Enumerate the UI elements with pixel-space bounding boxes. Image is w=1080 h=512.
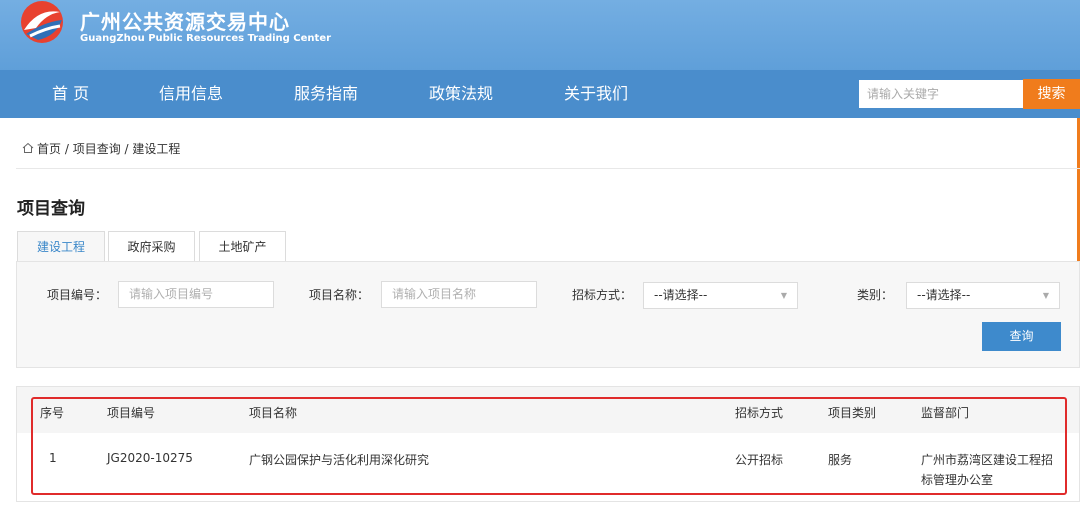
category-value: --请选择-- <box>917 288 971 302</box>
breadcrumb-separator: / <box>61 142 73 156</box>
project-no-input[interactable]: 请输入项目编号 <box>118 281 274 308</box>
bid-method-label: 招标方式： <box>572 288 633 302</box>
bid-method-value: --请选择-- <box>654 288 708 302</box>
nav-item-home[interactable]: 首 页 <box>52 70 89 118</box>
category-label: 类别： <box>857 288 894 302</box>
query-button[interactable]: 查询 <box>982 322 1061 351</box>
nav-item-credit[interactable]: 信用信息 <box>159 70 223 118</box>
chevron-down-icon: ▼ <box>1042 291 1049 300</box>
breadcrumb-home[interactable]: 首页 <box>37 142 61 156</box>
site-title[interactable]: 广州公共资源交易中心 <box>80 6 290 35</box>
breadcrumb: 首页 / 项目查询 / 建设工程 <box>22 140 180 157</box>
filter-panel <box>16 261 1080 368</box>
project-name-label: 项目名称： <box>309 288 370 302</box>
nav-item-guide[interactable]: 服务指南 <box>294 70 358 118</box>
tab-construction[interactable]: 建设工程 <box>17 231 105 262</box>
nav-item-about[interactable]: 关于我们 <box>564 70 628 118</box>
chevron-down-icon: ▼ <box>780 291 787 300</box>
site-subtitle: GuangZhou Public Resources Trading Cente… <box>80 33 332 44</box>
breadcrumb-separator: / <box>120 142 133 156</box>
search-input[interactable]: 请输入关键字 <box>859 80 1023 108</box>
project-name-input[interactable]: 请输入项目名称 <box>381 281 537 308</box>
site-logo[interactable] <box>16 0 68 48</box>
home-icon <box>22 142 34 153</box>
category-select[interactable]: --请选择-- ▼ <box>906 282 1060 309</box>
divider <box>16 168 1080 169</box>
tab-land-mining[interactable]: 土地矿产 <box>199 231 286 262</box>
page-title: 项目查询 <box>17 199 85 219</box>
site-header: 广州公共资源交易中心 GuangZhou Public Resources Tr… <box>0 0 1080 70</box>
highlight-annotation <box>31 397 1067 495</box>
breadcrumb-current: 建设工程 <box>132 142 181 156</box>
breadcrumb-project-query[interactable]: 项目查询 <box>73 142 121 156</box>
search-button[interactable]: 搜索 <box>1023 79 1080 109</box>
nav-item-policy[interactable]: 政策法规 <box>429 70 493 118</box>
tab-government-procurement[interactable]: 政府采购 <box>108 231 195 262</box>
bid-method-select[interactable]: --请选择-- ▼ <box>643 282 798 309</box>
project-no-label: 项目编号： <box>47 288 108 302</box>
